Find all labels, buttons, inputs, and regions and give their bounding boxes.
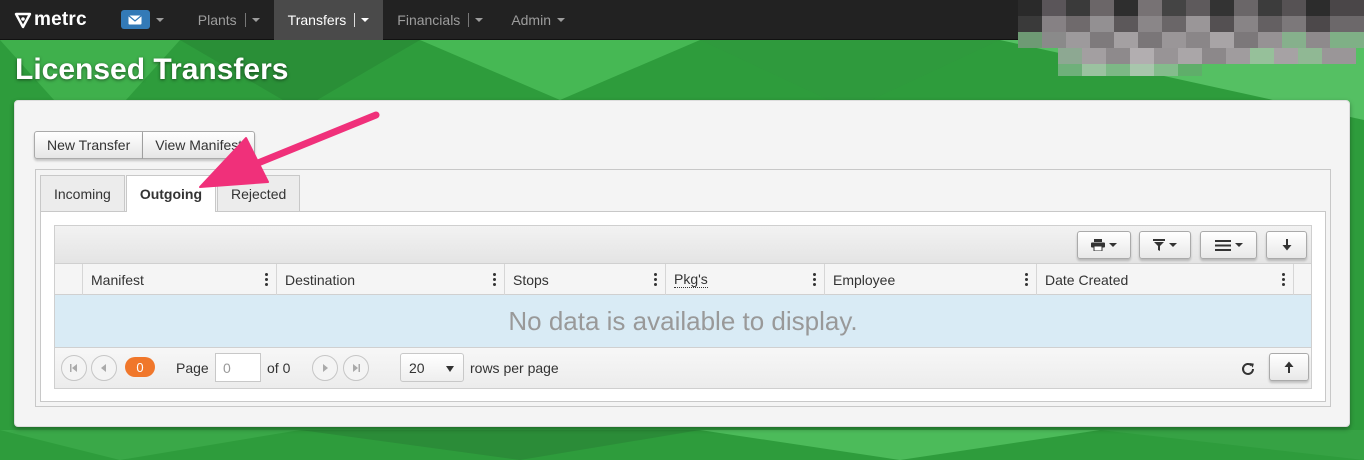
row-select-column: [55, 264, 83, 295]
refresh-icon[interactable]: [1240, 361, 1256, 377]
next-page-icon: [323, 364, 328, 372]
transfers-grid: Manifest Destination Stops Pkg's Employe…: [54, 225, 1312, 389]
view-manifest-button[interactable]: View Manifest: [143, 131, 256, 159]
column-label: Date Created: [1045, 271, 1129, 288]
last-page-icon: [353, 364, 360, 372]
record-count-badge: 0: [125, 357, 155, 377]
envelope-icon[interactable]: [120, 10, 150, 29]
messages-menu[interactable]: [120, 10, 164, 29]
filter-icon: [1153, 239, 1165, 251]
download-icon: [1282, 239, 1291, 251]
column-menu-icon[interactable]: [654, 273, 657, 286]
grid-pager: 0 Page 0 of 0 20 rows per page: [55, 348, 1311, 388]
page-title: Licensed Transfers: [15, 53, 289, 86]
next-page-button[interactable]: [312, 355, 338, 381]
tab-content: Manifest Destination Stops Pkg's Employe…: [40, 211, 1326, 402]
download-button[interactable]: [1266, 231, 1307, 259]
chevron-down-icon: [557, 17, 565, 22]
column-menu-icon[interactable]: [1282, 273, 1285, 286]
grid-toolbar: [55, 226, 1311, 264]
nav-divider: [244, 12, 246, 27]
print-icon: [1091, 239, 1105, 251]
rows-per-page-label: rows per page: [470, 360, 559, 376]
tab-outgoing[interactable]: Outgoing: [125, 175, 217, 212]
chevron-down-icon: [251, 17, 260, 22]
column-destination[interactable]: Destination: [277, 264, 505, 295]
column-menu-icon[interactable]: [265, 273, 268, 286]
columns-menu-icon: [1214, 239, 1231, 251]
nav-admin[interactable]: Admin: [497, 0, 579, 40]
page-total-label: of 0: [267, 360, 291, 376]
tab-rejected[interactable]: Rejected: [217, 175, 301, 212]
upload-button[interactable]: [1269, 353, 1309, 381]
nav-transfers[interactable]: Transfers: [273, 0, 384, 40]
previous-page-button[interactable]: [91, 355, 117, 381]
column-label: Pkg's: [674, 271, 708, 288]
upload-icon: [1284, 361, 1294, 373]
chevron-down-icon: [475, 17, 484, 22]
grid-header: Manifest Destination Stops Pkg's Employe…: [55, 264, 1311, 295]
metrc-logo[interactable]: metrc: [14, 9, 87, 31]
column-packages[interactable]: Pkg's: [666, 264, 825, 295]
first-page-button[interactable]: [61, 355, 87, 381]
transfer-actions: New Transfer View Manifest: [34, 131, 256, 159]
tab-incoming[interactable]: Incoming: [40, 175, 125, 212]
nav-plants-label: Plants: [197, 11, 237, 28]
last-page-button[interactable]: [343, 355, 369, 381]
nav-divider: [468, 12, 470, 27]
page-number-input[interactable]: 0: [215, 353, 261, 382]
chevron-down-icon: [1169, 243, 1177, 247]
column-label: Stops: [513, 271, 549, 288]
print-button[interactable]: [1077, 231, 1131, 259]
column-menu-icon[interactable]: [493, 273, 496, 286]
page-size-value: 20: [409, 359, 425, 376]
column-menu-icon[interactable]: [1025, 273, 1028, 286]
nav-financials[interactable]: Financials: [383, 0, 497, 40]
empty-state-message: No data is available to display.: [55, 295, 1311, 348]
nav-transfers-label: Transfers: [287, 11, 347, 28]
filter-button[interactable]: [1139, 231, 1191, 259]
nav-financials-label: Financials: [397, 11, 461, 28]
column-label: Manifest: [91, 271, 144, 288]
chevron-down-icon: [361, 17, 370, 22]
brand-name: metrc: [34, 8, 87, 30]
transfers-panel: New Transfer View Manifest Incoming Outg…: [14, 100, 1350, 427]
column-label: Employee: [833, 271, 896, 288]
new-transfer-button[interactable]: New Transfer: [34, 131, 144, 159]
nav-admin-label: Admin: [511, 11, 551, 28]
tabstrip-frame: Incoming Outgoing Rejected Manifest Dest…: [35, 169, 1331, 407]
chevron-down-icon: [1109, 243, 1117, 247]
page-size-select[interactable]: 20: [400, 353, 464, 382]
columns-menu-button[interactable]: [1200, 231, 1257, 259]
chevron-down-icon: [155, 17, 164, 22]
column-date-created[interactable]: Date Created: [1037, 264, 1294, 295]
first-page-icon: [70, 364, 77, 372]
column-label: Destination: [285, 271, 356, 288]
column-manifest[interactable]: Manifest: [83, 264, 277, 295]
nav-plants[interactable]: Plants: [184, 0, 274, 40]
column-stops[interactable]: Stops: [505, 264, 666, 295]
previous-page-icon: [101, 364, 106, 372]
page-label: Page: [176, 360, 209, 376]
chevron-down-icon: [1234, 243, 1243, 247]
column-employee[interactable]: Employee: [825, 264, 1037, 295]
tab-list: Incoming Outgoing Rejected: [40, 175, 301, 212]
dropdown-arrow-icon: [446, 366, 454, 372]
redacted-user-info: [1018, 0, 1364, 76]
column-menu-icon[interactable]: [813, 273, 816, 286]
metrc-logo-icon: [14, 12, 32, 28]
nav-divider: [354, 12, 356, 27]
